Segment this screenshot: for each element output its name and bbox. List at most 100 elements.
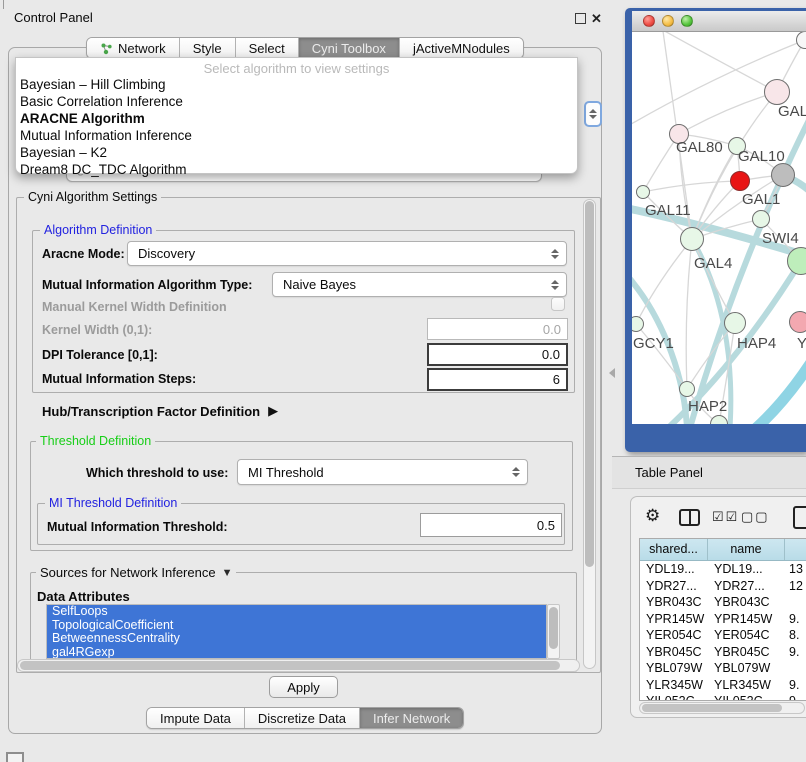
manual-kernel-label: Manual Kernel Width Definition — [42, 300, 227, 314]
top-tick — [3, 0, 4, 9]
float-panel-button[interactable] — [575, 13, 586, 24]
network-node-gal11[interactable] — [636, 185, 650, 199]
split-columns-icon[interactable] — [679, 509, 700, 526]
table-header-row: shared... name — [640, 539, 806, 561]
manual-kernel-checkbox[interactable] — [551, 297, 565, 311]
node-label-gcy1: GCY1 — [633, 335, 674, 352]
attribute-item[interactable]: gal4RGexp — [47, 646, 546, 660]
panel-splitter-handle[interactable] — [609, 368, 615, 378]
table-row[interactable]: YDR27...YDR27...12 — [640, 578, 806, 595]
stepper-arrows-icon — [511, 467, 520, 477]
minimized-panel-icon[interactable] — [6, 752, 24, 762]
threshold-definition-title: Threshold Definition — [36, 434, 155, 448]
aracne-mode-combo[interactable]: Discovery — [127, 241, 567, 266]
zoom-window-icon[interactable] — [681, 15, 693, 27]
gear-icon[interactable]: ⚙ — [645, 506, 660, 526]
settings-horizontal-scrollbar[interactable] — [17, 659, 580, 672]
attribute-item[interactable]: SelfLoops — [47, 605, 546, 619]
tab-network[interactable]: Network — [87, 38, 180, 58]
table-row[interactable]: YBR043CYBR043C — [640, 594, 806, 611]
network-node-hap4[interactable] — [724, 312, 746, 334]
aracne-mode-label: Aracne Mode: — [42, 247, 125, 261]
sources-title: Sources for Network Inference — [40, 565, 216, 580]
which-threshold-value: MI Threshold — [238, 465, 511, 480]
network-node-red[interactable] — [730, 171, 750, 191]
mi-threshold-field[interactable]: 0.5 — [420, 513, 562, 537]
which-threshold-combo[interactable]: MI Threshold — [237, 459, 528, 485]
table-row[interactable]: YDL19...YDL19...13 — [640, 561, 806, 578]
deselect-all-rows-icon[interactable]: ▢▢ — [741, 509, 770, 525]
sources-toggle[interactable]: Sources for Network Inference ▼ — [36, 565, 236, 580]
network-node-gray[interactable] — [771, 163, 795, 187]
control-panel-title: Control Panel — [14, 10, 93, 25]
select-all-rows-icon[interactable]: ☑☑ — [712, 509, 739, 525]
table-horizontal-scrollbar-thumb[interactable] — [642, 704, 782, 712]
mi-steps-field[interactable]: 6 — [427, 368, 568, 391]
column-header-name[interactable]: name — [708, 539, 785, 560]
mi-type-label: Mutual Information Algorithm Type: — [42, 278, 252, 292]
column-header-clipped[interactable] — [785, 539, 806, 560]
network-node-gal4[interactable] — [680, 227, 704, 251]
table-mode-icon[interactable] — [793, 506, 806, 529]
node-label-gal80: GAL80 — [676, 139, 723, 156]
tab-cyni-toolbox[interactable]: Cyni Toolbox — [299, 38, 400, 58]
table-row[interactable]: YER054CYER054C8. — [640, 627, 806, 644]
tab-select[interactable]: Select — [236, 38, 299, 58]
kernel-width-field[interactable]: 0.0 — [427, 318, 568, 340]
table-row[interactable]: YBL079WYBL079W — [640, 660, 806, 677]
close-panel-button[interactable]: ✕ — [591, 12, 602, 25]
dpi-tolerance-label: DPI Tolerance [0,1]: — [42, 348, 158, 362]
node-label-gal11: GAL11 — [645, 202, 691, 219]
network-window-titlebar[interactable] — [632, 11, 806, 32]
attribute-item[interactable]: TopologicalCoefficient — [47, 619, 546, 633]
attributes-list-scrollbar-thumb[interactable] — [549, 607, 558, 649]
tab-infer-network[interactable]: Infer Network — [360, 708, 463, 728]
algorithm-option-bayesian-k2[interactable]: Bayesian – K2 — [16, 144, 577, 161]
cyni-settings-title: Cyni Algorithm Settings — [24, 190, 161, 204]
tab-discretize-data[interactable]: Discretize Data — [245, 708, 360, 728]
settings-vertical-scrollbar[interactable] — [583, 199, 596, 669]
tab-style[interactable]: Style — [180, 38, 236, 58]
attribute-item[interactable]: BetweennessCentrality — [47, 632, 546, 646]
dpi-tolerance-field[interactable]: 0.0 — [427, 343, 568, 366]
minimize-window-icon[interactable] — [662, 15, 674, 27]
apply-button[interactable]: Apply — [269, 676, 338, 698]
table-row[interactable]: YBR045CYBR045C9. — [640, 644, 806, 661]
settings-vertical-scrollbar-thumb[interactable] — [585, 201, 594, 567]
app-root: Control Panel ✕ Network Style Select Cyn… — [0, 0, 806, 762]
network-node[interactable] — [764, 79, 790, 105]
table-row[interactable]: YPR145WYPR145W9. — [640, 611, 806, 628]
algorithm-option-mutual-information[interactable]: Mutual Information Inference — [16, 127, 577, 144]
table-panel-header: Table Panel — [612, 456, 806, 489]
column-header-shared-name[interactable]: shared... — [640, 539, 708, 560]
node-label-gal1: GAL1 — [742, 191, 780, 208]
table-panel-title: Table Panel — [612, 457, 806, 480]
network-node-hap2[interactable] — [679, 381, 695, 397]
mi-steps-label: Mutual Information Steps: — [42, 372, 196, 386]
data-attributes-label: Data Attributes — [37, 589, 130, 604]
algorithm-option-dream8[interactable]: Dream8 DC_TDC Algorithm — [16, 161, 577, 178]
network-window: GAL GAL80 GAL10 GAL11 GAL1 GAL4 SWI4 GCY… — [625, 8, 806, 452]
hidden-algorithm-combo-fragment[interactable] — [584, 101, 602, 127]
mi-threshold-group-title: MI Threshold Definition — [45, 496, 181, 510]
table-row[interactable]: YIL052CYIL052C9 — [640, 693, 806, 701]
algorithm-option-aracne[interactable]: ARACNE Algorithm — [16, 110, 577, 127]
mi-type-combo[interactable]: Naive Bayes — [272, 272, 567, 297]
expanded-arrow-icon: ▼ — [222, 567, 233, 579]
algorithm-option-basic-correlation[interactable]: Basic Correlation Inference — [16, 93, 577, 110]
network-canvas[interactable]: GAL GAL80 GAL10 GAL11 GAL1 GAL4 SWI4 GCY… — [632, 32, 806, 424]
close-window-icon[interactable] — [643, 15, 655, 27]
hub-definition-toggle[interactable]: Hub/Transcription Factor Definition ▶ — [42, 403, 278, 419]
algorithm-option-bayesian-hill-climbing[interactable]: Bayesian – Hill Climbing — [16, 76, 577, 93]
data-attributes-list[interactable]: SelfLoops TopologicalCoefficient Between… — [46, 604, 547, 659]
tab-jactivemnodules[interactable]: jActiveMNodules — [400, 38, 523, 58]
network-node-gal1[interactable] — [752, 210, 770, 228]
stepper-arrows-icon — [550, 280, 559, 290]
which-threshold-label: Which threshold to use: — [86, 466, 228, 480]
table-row[interactable]: YLR345WYLR345W9. — [640, 677, 806, 694]
tab-impute-data[interactable]: Impute Data — [147, 708, 245, 728]
network-node-pink[interactable] — [789, 311, 806, 333]
table-horizontal-scrollbar[interactable] — [639, 702, 805, 714]
settings-horizontal-scrollbar-thumb[interactable] — [20, 661, 560, 670]
attributes-list-scrollbar[interactable] — [547, 604, 560, 659]
